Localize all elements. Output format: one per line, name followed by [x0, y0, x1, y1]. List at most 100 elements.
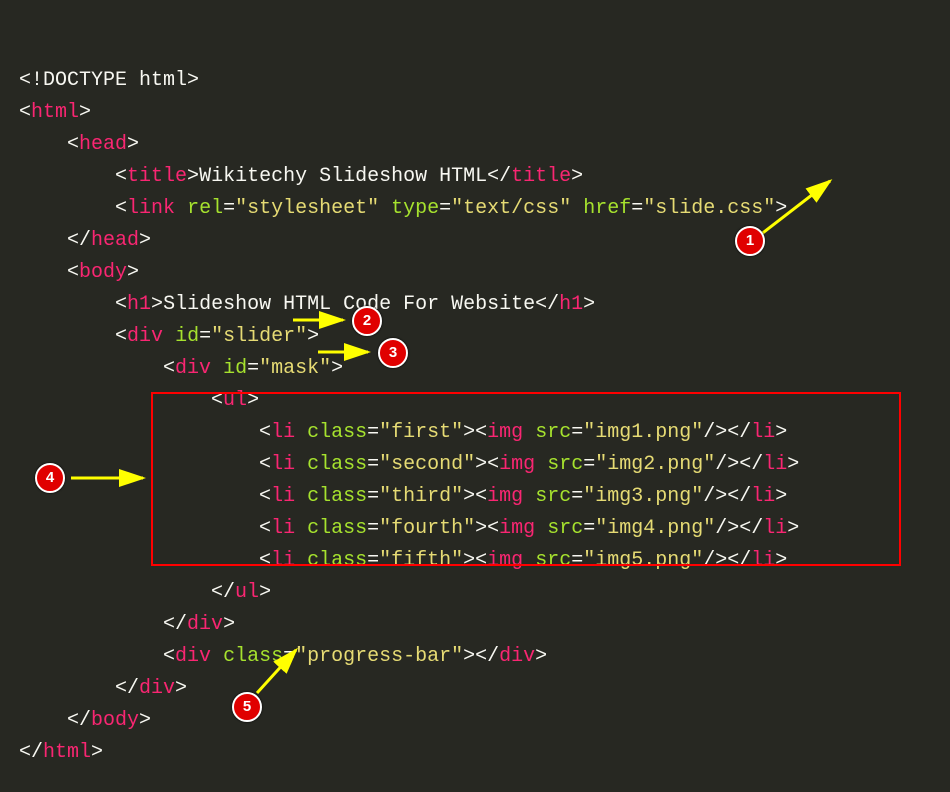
attr: type	[391, 197, 439, 220]
tag: img	[487, 421, 523, 444]
tag: li	[763, 517, 787, 540]
punct: =	[223, 197, 235, 220]
punct: ><	[463, 485, 487, 508]
punct: </	[211, 581, 235, 604]
punct: </	[535, 293, 559, 316]
string: "mask"	[259, 357, 331, 380]
punct: >	[583, 293, 595, 316]
punct: >	[247, 389, 259, 412]
tag: div	[175, 357, 211, 380]
punct: </	[67, 709, 91, 732]
tag: div	[139, 677, 175, 700]
code-text: <!DOCTYPE html>	[19, 69, 199, 92]
punct: <	[211, 389, 223, 412]
attr: class	[223, 645, 283, 668]
annotation-badge-5: 5	[232, 692, 262, 722]
punct: =	[367, 453, 379, 476]
punct: =	[583, 453, 595, 476]
punct: >	[535, 645, 547, 668]
punct: /></	[715, 453, 763, 476]
punct: =	[571, 549, 583, 572]
tag: li	[271, 485, 295, 508]
tag: div	[175, 645, 211, 668]
tag: div	[127, 325, 163, 348]
punct: /></	[703, 549, 751, 572]
punct: >	[787, 453, 799, 476]
punct: =	[367, 549, 379, 572]
tag: ul	[235, 581, 259, 604]
tag: title	[127, 165, 187, 188]
tag: html	[31, 101, 79, 124]
attr: src	[535, 421, 571, 444]
attr: class	[307, 453, 367, 476]
punct: ></	[463, 645, 499, 668]
string: "text/css"	[451, 197, 571, 220]
tag: body	[79, 261, 127, 284]
punct: <	[259, 517, 271, 540]
attr: id	[223, 357, 247, 380]
punct: >	[331, 357, 343, 380]
punct: >	[175, 677, 187, 700]
punct: </	[487, 165, 511, 188]
tag: html	[43, 741, 91, 764]
tag: img	[499, 453, 535, 476]
tag: img	[487, 549, 523, 572]
punct: >	[139, 229, 151, 252]
string: "img4.png"	[595, 517, 715, 540]
string: "img5.png"	[583, 549, 703, 572]
punct: </	[67, 229, 91, 252]
tag: li	[271, 517, 295, 540]
tag: div	[187, 613, 223, 636]
tag: li	[751, 549, 775, 572]
attr: src	[535, 485, 571, 508]
punct: <	[115, 165, 127, 188]
punct: <	[115, 197, 127, 220]
annotation-badge-4: 4	[35, 463, 65, 493]
punct: </	[163, 613, 187, 636]
punct: =	[367, 517, 379, 540]
punct: >	[79, 101, 91, 124]
punct: ><	[463, 421, 487, 444]
string: "second"	[379, 453, 475, 476]
attr: class	[307, 485, 367, 508]
punct: ><	[463, 549, 487, 572]
tag: head	[79, 133, 127, 156]
tag: img	[499, 517, 535, 540]
punct: =	[439, 197, 451, 220]
punct: >	[187, 165, 199, 188]
string: "fifth"	[379, 549, 463, 572]
tag: h1	[127, 293, 151, 316]
punct: >	[775, 421, 787, 444]
punct: <	[67, 261, 79, 284]
tag: head	[91, 229, 139, 252]
punct: <	[115, 293, 127, 316]
punct: =	[367, 421, 379, 444]
attr: src	[547, 453, 583, 476]
string: "progress-bar"	[295, 645, 463, 668]
punct: >	[775, 549, 787, 572]
punct: >	[127, 261, 139, 284]
attr: src	[535, 549, 571, 572]
punct: /></	[703, 485, 751, 508]
punct: >	[571, 165, 583, 188]
punct: =	[571, 421, 583, 444]
tag: img	[487, 485, 523, 508]
punct: >	[775, 197, 787, 220]
punct: >	[139, 709, 151, 732]
code-annotation-figure: <!DOCTYPE html> <html> <head> <title>Wik…	[0, 0, 950, 792]
punct: <	[259, 549, 271, 572]
punct: <	[163, 645, 175, 668]
tag: li	[271, 453, 295, 476]
punct: >	[259, 581, 271, 604]
code-block: <!DOCTYPE html> <html> <head> <title>Wik…	[19, 33, 799, 769]
annotation-badge-2: 2	[352, 306, 382, 336]
punct: =	[247, 357, 259, 380]
punct: >	[787, 517, 799, 540]
punct: <	[163, 357, 175, 380]
tag: li	[751, 421, 775, 444]
punct: <	[19, 101, 31, 124]
annotation-badge-1: 1	[735, 226, 765, 256]
punct: </	[19, 741, 43, 764]
attr: rel	[187, 197, 223, 220]
attr: class	[307, 517, 367, 540]
